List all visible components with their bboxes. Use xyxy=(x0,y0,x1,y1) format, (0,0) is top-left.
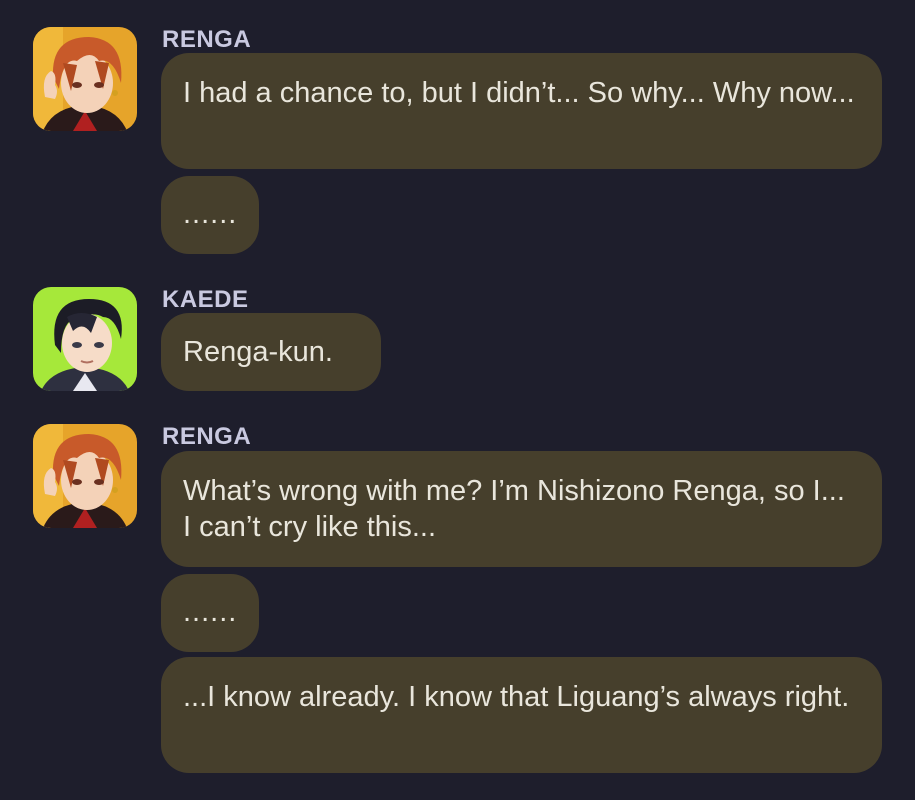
message-bubble: ...... xyxy=(161,574,259,652)
message-bubble: ...... xyxy=(161,176,259,254)
renga-avatar[interactable] xyxy=(33,27,137,131)
renga-avatar[interactable] xyxy=(33,424,137,528)
speaker-name: RENGA xyxy=(162,423,252,450)
message-bubble: I had a chance to, but I didn’t... So wh… xyxy=(161,53,882,169)
speaker-name: KAEDE xyxy=(162,286,249,313)
renga-avatar-icon xyxy=(33,27,137,131)
message-bubble: What’s wrong with me? I’m Nishizono Reng… xyxy=(161,451,882,567)
kaede-avatar-icon xyxy=(33,287,137,391)
message-bubble: Renga-kun. xyxy=(161,313,381,391)
message-bubble: ...I know already. I know that Liguang’s… xyxy=(161,657,882,773)
kaede-avatar[interactable] xyxy=(33,287,137,391)
speaker-name: RENGA xyxy=(162,26,252,53)
renga-avatar-icon xyxy=(33,424,137,528)
